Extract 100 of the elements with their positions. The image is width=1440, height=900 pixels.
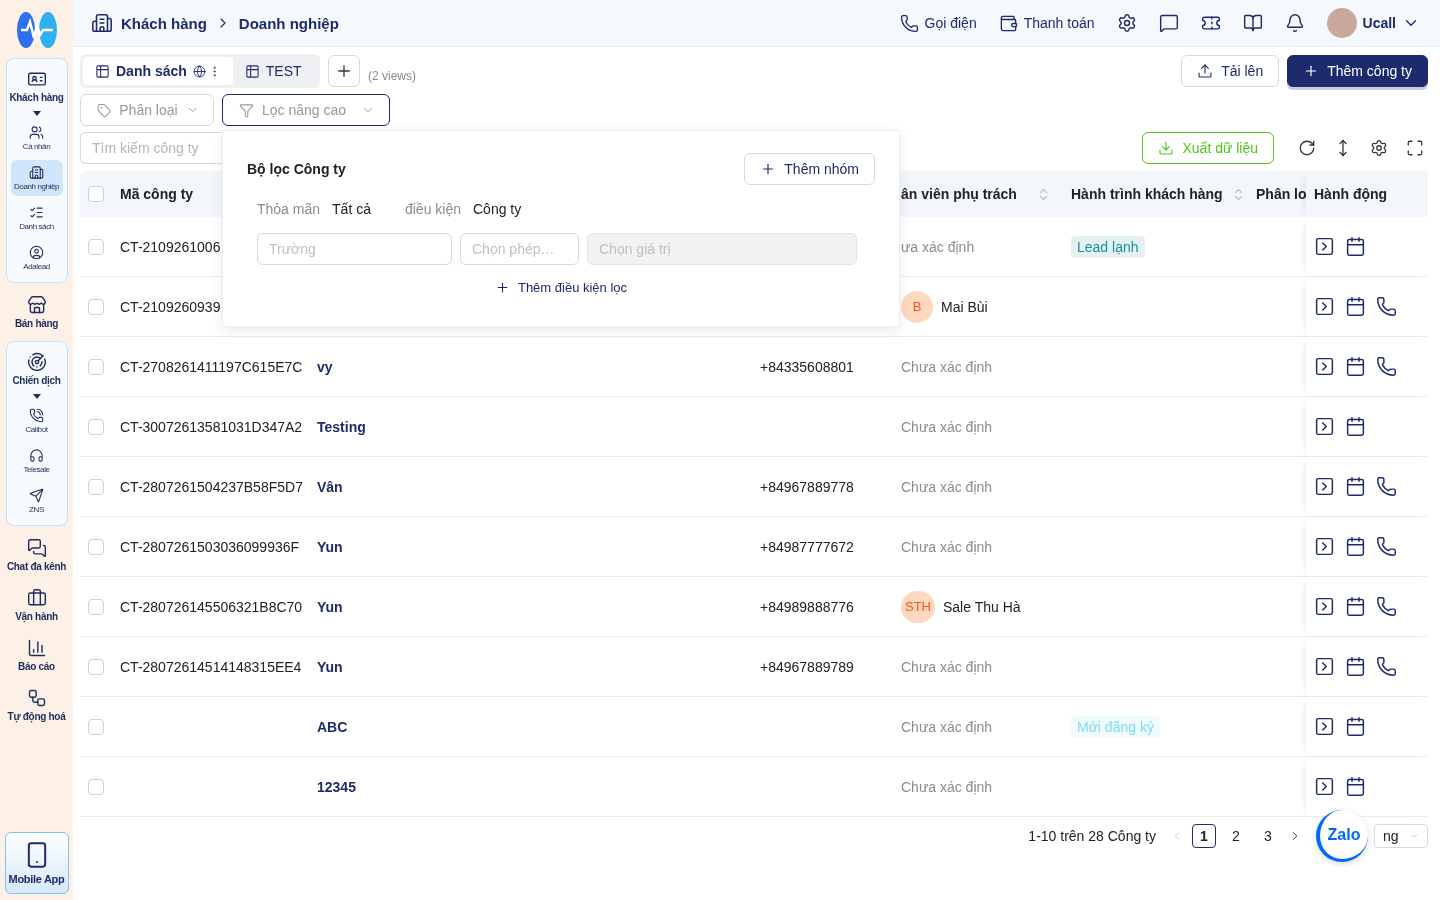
- phone-number: +84987777672: [760, 538, 854, 555]
- row-checkbox[interactable]: [88, 478, 104, 495]
- fullscreen-button[interactable]: [1406, 139, 1424, 157]
- view-tab[interactable]: Danh sách: [83, 57, 233, 85]
- company-name[interactable]: Testing: [317, 418, 366, 435]
- add-view-button[interactable]: [328, 55, 360, 87]
- topbar-action[interactable]: Thanh toán: [998, 13, 1095, 33]
- nav-subitem[interactable]: Cá nhân: [10, 120, 63, 156]
- settings-button[interactable]: [1116, 13, 1137, 33]
- nav-item[interactable]: Chat đa kênh: [5, 534, 68, 576]
- upload-icon: [1197, 63, 1214, 79]
- filter-field[interactable]: Trường: [257, 233, 452, 265]
- add-company-button[interactable]: Thêm công ty: [1287, 55, 1428, 87]
- nav-item[interactable]: Bán hàng: [5, 291, 68, 333]
- row-checkbox[interactable]: [88, 778, 104, 795]
- book-button[interactable]: [1242, 13, 1263, 33]
- chevron-square-button[interactable]: [1314, 776, 1335, 797]
- row-checkbox[interactable]: [88, 718, 104, 735]
- nav-subitem[interactable]: Danh sách: [10, 200, 63, 236]
- chevron-square-button[interactable]: [1314, 296, 1335, 317]
- zalo-chat-button[interactable]: Zalo: [1316, 810, 1368, 862]
- phone-button[interactable]: [1376, 596, 1397, 617]
- company-name[interactable]: Vân: [317, 478, 343, 495]
- phone-button[interactable]: [1376, 356, 1397, 377]
- row-checkbox[interactable]: [88, 598, 104, 615]
- row-checkbox[interactable]: [88, 658, 104, 675]
- calendar-button[interactable]: [1345, 356, 1366, 377]
- select-all-checkbox[interactable]: [88, 186, 104, 202]
- nav-subitem[interactable]: Callbot: [10, 403, 63, 439]
- topbar-action[interactable]: Gọi điện: [899, 13, 977, 33]
- nav-subitem[interactable]: Telesale: [10, 443, 63, 479]
- nav-item[interactable]: Tự động hoá: [5, 684, 68, 726]
- calendar-button[interactable]: [1345, 416, 1366, 437]
- chevron-square-button[interactable]: [1314, 656, 1335, 677]
- nav-subitem[interactable]: Doanh nghiệp: [10, 160, 63, 196]
- chevron-square-button[interactable]: [1314, 716, 1335, 737]
- calendar-button[interactable]: [1345, 476, 1366, 497]
- row-checkbox[interactable]: [88, 418, 104, 435]
- search-field[interactable]: Tìm kiếm công ty: [80, 132, 222, 164]
- journey-tag: Mới đăng ký: [1071, 715, 1160, 738]
- calendar-button[interactable]: [1345, 536, 1366, 557]
- mobile-app-button[interactable]: Mobile App: [4, 832, 69, 894]
- message-button[interactable]: [1158, 13, 1179, 33]
- row-checkbox[interactable]: [88, 298, 104, 315]
- breadcrumb-link[interactable]: Doanh nghiệp: [238, 14, 339, 32]
- chevron-square-button[interactable]: [1314, 476, 1335, 497]
- calendar-button[interactable]: [1345, 596, 1366, 617]
- nav-item[interactable]: Khách hàng: [5, 65, 68, 107]
- add-condition-link[interactable]: Thêm điều kiện lọc: [488, 279, 634, 296]
- nav-subitem[interactable]: Adalead: [10, 240, 63, 276]
- phone-number: +84967889778: [760, 478, 854, 495]
- phone-number: +84989888776: [760, 598, 854, 615]
- chevron-square-button[interactable]: [1314, 416, 1335, 437]
- company-name[interactable]: 12345: [317, 778, 356, 795]
- page-button[interactable]: 1: [1192, 824, 1216, 848]
- row-checkbox[interactable]: [88, 238, 104, 255]
- chevron-square-button[interactable]: [1314, 596, 1335, 617]
- avatar: [1326, 8, 1357, 38]
- row-checkbox[interactable]: [88, 538, 104, 555]
- company-name[interactable]: Yun: [317, 598, 343, 615]
- page-size-select[interactable]: ng: [1374, 824, 1428, 848]
- refresh-icon: [1298, 139, 1316, 157]
- company-name[interactable]: vy: [317, 358, 333, 375]
- users-icon: [29, 125, 44, 140]
- calendar-button[interactable]: [1345, 296, 1366, 317]
- calendar-button[interactable]: [1345, 776, 1366, 797]
- upload-button[interactable]: Tải lên: [1181, 55, 1280, 87]
- phone-icon: [1376, 356, 1397, 377]
- company-name[interactable]: Yun: [317, 658, 343, 675]
- nav-item[interactable]: Chiến dịch: [5, 348, 68, 390]
- chevron-square-button[interactable]: [1314, 236, 1335, 257]
- nav-item[interactable]: Báo cáo: [5, 634, 68, 676]
- nav-item[interactable]: Vận hành: [5, 584, 68, 626]
- calendar-icon: [1345, 656, 1366, 677]
- table-icon: [244, 63, 260, 79]
- ticket-button[interactable]: [1200, 13, 1221, 33]
- notifications-button[interactable]: [1284, 13, 1305, 33]
- wallet-icon: [998, 13, 1018, 33]
- phone-button[interactable]: [1376, 536, 1397, 557]
- phone-button[interactable]: [1376, 656, 1397, 677]
- phone-button[interactable]: [1376, 476, 1397, 497]
- refresh-button[interactable]: [1298, 139, 1316, 157]
- add-group-button[interactable]: Thêm nhóm: [744, 153, 875, 185]
- calendar-button[interactable]: [1345, 236, 1366, 257]
- settings-button[interactable]: [1370, 139, 1388, 157]
- calendar-button[interactable]: [1345, 716, 1366, 737]
- calendar-icon: [1345, 296, 1366, 317]
- user-menu[interactable]: Ucall: [1326, 8, 1420, 38]
- view-tab[interactable]: TEST: [232, 57, 314, 85]
- building-icon: [29, 165, 44, 180]
- row-checkbox[interactable]: [88, 358, 104, 375]
- company-name[interactable]: Yun: [317, 538, 343, 555]
- calendar-button[interactable]: [1345, 656, 1366, 677]
- chevron-square-button[interactable]: [1314, 356, 1335, 377]
- phone-button[interactable]: [1376, 296, 1397, 317]
- breadcrumb-link[interactable]: Khách hàng: [121, 14, 207, 32]
- chevron-square-button[interactable]: [1314, 536, 1335, 557]
- company-name[interactable]: ABC: [317, 718, 348, 735]
- nav-subitem[interactable]: ZNS: [10, 483, 63, 519]
- filter-field[interactable]: Chọn phép…: [460, 233, 579, 265]
